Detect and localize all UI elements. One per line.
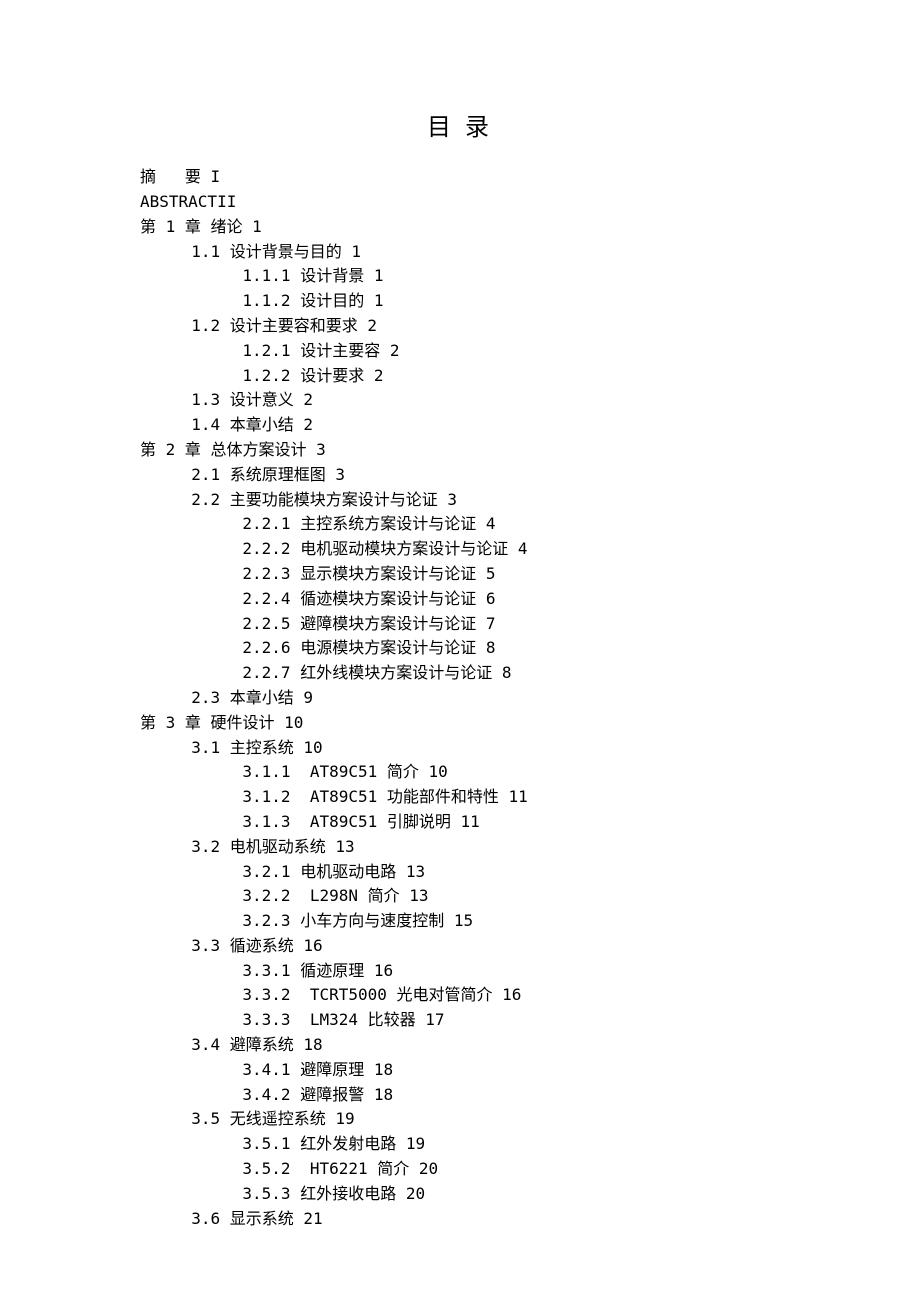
toc-entry: 2.2.2 电机驱动模块方案设计与论证 4: [140, 537, 780, 562]
toc-entry: ABSTRACTII: [140, 190, 780, 215]
toc-entry: 3.2.1 电机驱动电路 13: [140, 860, 780, 885]
toc-entry: 2.2.3 显示模块方案设计与论证 5: [140, 562, 780, 587]
toc-entry: 1.4 本章小结 2: [140, 413, 780, 438]
toc-entry: 3.6 显示系统 21: [140, 1207, 780, 1232]
toc-entry: 3.3 循迹系统 16: [140, 934, 780, 959]
toc-entry: 2.2.1 主控系统方案设计与论证 4: [140, 512, 780, 537]
toc-entry: 2.2.4 循迹模块方案设计与论证 6: [140, 587, 780, 612]
toc-entry: 3.3.3 LM324 比较器 17: [140, 1008, 780, 1033]
document-page: 目 录 摘 要 IABSTRACTII第 1 章 绪论 11.1 设计背景与目的…: [0, 0, 920, 1302]
toc-entry: 第 1 章 绪论 1: [140, 215, 780, 240]
toc-entry: 3.1.3 AT89C51 引脚说明 11: [140, 810, 780, 835]
toc-entry: 3.3.2 TCRT5000 光电对管简介 16: [140, 983, 780, 1008]
toc-entry: 3.1.1 AT89C51 简介 10: [140, 760, 780, 785]
toc-entry: 3.3.1 循迹原理 16: [140, 959, 780, 984]
toc-entry: 2.2.7 红外线模块方案设计与论证 8: [140, 661, 780, 686]
toc-entry: 2.2.6 电源模块方案设计与论证 8: [140, 636, 780, 661]
toc-entry: 1.3 设计意义 2: [140, 388, 780, 413]
toc-entry: 3.5.3 红外接收电路 20: [140, 1182, 780, 1207]
toc-entry: 1.1 设计背景与目的 1: [140, 240, 780, 265]
toc-entry: 3.4.1 避障原理 18: [140, 1058, 780, 1083]
toc-entry: 2.3 本章小结 9: [140, 686, 780, 711]
toc-entry: 第 3 章 硬件设计 10: [140, 711, 780, 736]
toc-entry: 3.2.2 L298N 简介 13: [140, 884, 780, 909]
toc-entry: 1.2.2 设计要求 2: [140, 364, 780, 389]
toc-entry: 3.5.2 HT6221 简介 20: [140, 1157, 780, 1182]
toc-entry: 3.5.1 红外发射电路 19: [140, 1132, 780, 1157]
toc-entry: 3.5 无线遥控系统 19: [140, 1107, 780, 1132]
toc-entry: 第 2 章 总体方案设计 3: [140, 438, 780, 463]
toc-entry: 2.2 主要功能模块方案设计与论证 3: [140, 488, 780, 513]
toc-entry: 1.2 设计主要容和要求 2: [140, 314, 780, 339]
toc-entry: 3.4 避障系统 18: [140, 1033, 780, 1058]
toc-entry: 3.2 电机驱动系统 13: [140, 835, 780, 860]
toc-entry: 3.1 主控系统 10: [140, 736, 780, 761]
table-of-contents: 摘 要 IABSTRACTII第 1 章 绪论 11.1 设计背景与目的 11.…: [140, 165, 780, 1231]
toc-entry: 摘 要 I: [140, 165, 780, 190]
toc-entry: 1.1.2 设计目的 1: [140, 289, 780, 314]
toc-entry: 3.4.2 避障报警 18: [140, 1083, 780, 1108]
toc-entry: 2.1 系统原理框图 3: [140, 463, 780, 488]
toc-entry: 1.2.1 设计主要容 2: [140, 339, 780, 364]
toc-entry: 3.2.3 小车方向与速度控制 15: [140, 909, 780, 934]
document-title: 目 录: [140, 110, 780, 147]
toc-entry: 3.1.2 AT89C51 功能部件和特性 11: [140, 785, 780, 810]
toc-entry: 1.1.1 设计背景 1: [140, 264, 780, 289]
toc-entry: 2.2.5 避障模块方案设计与论证 7: [140, 612, 780, 637]
